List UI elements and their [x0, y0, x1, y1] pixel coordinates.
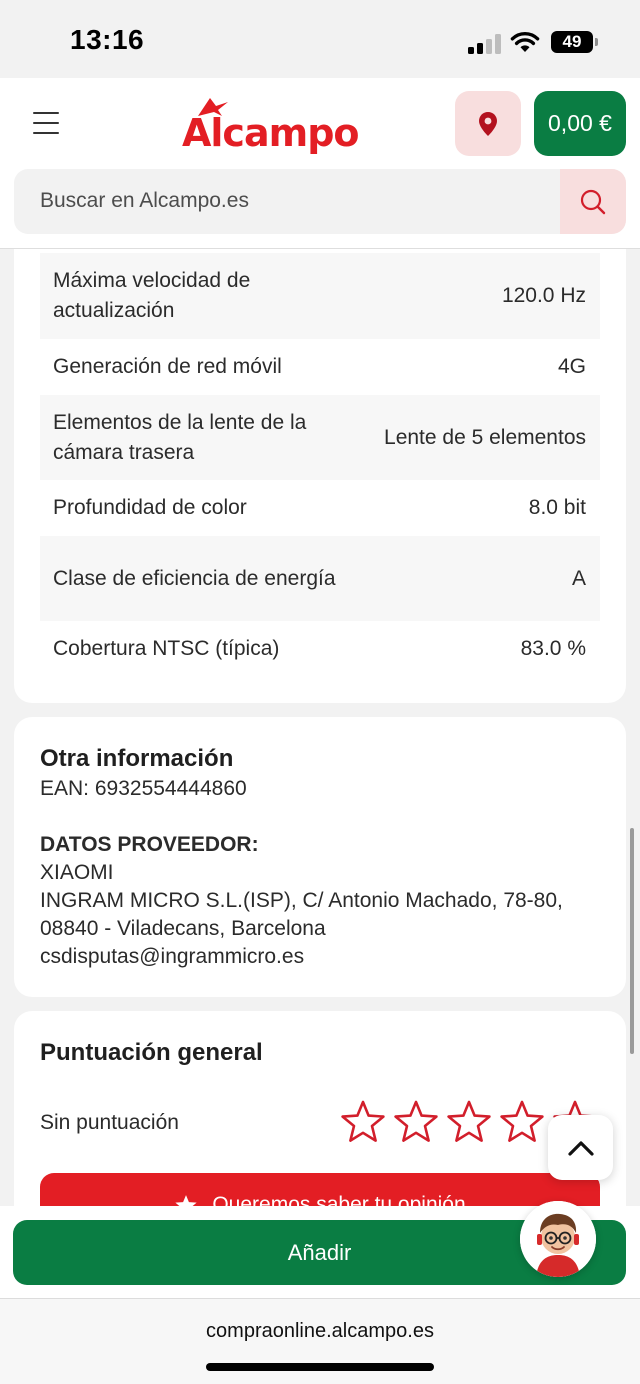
other-info-card: Otra información EAN: 6932554444860 DATO… [14, 717, 626, 997]
spec-row: Generación de red móvil 4G [40, 339, 600, 395]
store-location-button[interactable] [455, 91, 521, 156]
spec-label: Generación de red móvil [53, 355, 282, 378]
search-input[interactable]: Buscar en Alcampo.es [14, 169, 626, 234]
star-filled-icon [175, 1194, 197, 1206]
assistant-avatar-illustration [520, 1201, 596, 1277]
logo-bird-icon [198, 98, 228, 116]
search-placeholder: Buscar en Alcampo.es [40, 189, 249, 212]
supplier-address-line1: INGRAM MICRO S.L.(ISP), C/ Antonio Macha… [40, 889, 563, 912]
spec-row: Cobertura NTSC (típica) 83.0 % [40, 621, 600, 677]
spec-row: Máxima velocidad de actualización 120.0 … [40, 253, 600, 339]
cellular-signal-icon [468, 34, 502, 54]
spec-row: Profundidad de color 8.0 bit [40, 480, 600, 536]
ean-text: EAN: 6932554444860 [40, 777, 247, 800]
spec-value: Lente de 5 elementos [384, 425, 586, 449]
supplier-address-line2: 08840 - Viladecans, Barcelona [40, 917, 326, 940]
star-outline-icon[interactable] [446, 1100, 492, 1144]
hamburger-icon[interactable] [33, 112, 59, 134]
spec-label: Máxima velocidad de actualización [53, 269, 251, 322]
spec-row: Elementos de la lente de la cámara trase… [40, 395, 600, 480]
give-opinion-button[interactable]: Queremos saber tu opinión [40, 1173, 600, 1206]
star-outline-icon[interactable] [340, 1100, 386, 1144]
back-to-top-button[interactable] [548, 1115, 613, 1180]
spec-value: A [571, 566, 586, 590]
chevron-up-icon [567, 1140, 594, 1156]
assistant-avatar-icon[interactable] [520, 1201, 596, 1277]
spec-value: 4G [557, 355, 586, 378]
star-outline-icon[interactable] [393, 1100, 439, 1144]
status-time: 13:16 [70, 24, 145, 55]
battery-cap [595, 38, 598, 46]
alcampo-logo[interactable]: Alcampo [182, 96, 360, 155]
spec-label: Elementos de la lente de la cámara trase… [53, 410, 307, 464]
search-button[interactable] [560, 169, 626, 234]
product-details: Máxima velocidad de actualización 120.0 … [0, 249, 640, 1206]
spec-row: Clase de eficiencia de energía A [40, 536, 600, 621]
supplier-brand: XIAOMI [40, 861, 114, 884]
give-opinion-label: Queremos saber tu opinión [212, 1193, 466, 1206]
wifi-icon [510, 31, 540, 52]
spec-value: 8.0 bit [528, 496, 586, 519]
supplier-email: csdisputas@ingrammicro.es [40, 945, 305, 968]
logo-text: Alcampo [182, 111, 360, 155]
map-pin-icon [479, 111, 497, 136]
url-text[interactable]: compraonline.alcampo.es [0, 1320, 640, 1343]
spec-value: 83.0 % [520, 637, 586, 660]
home-indicator [206, 1363, 434, 1371]
status-bar: 13:16 49 [0, 0, 640, 78]
other-info-title: Otra información [40, 745, 234, 772]
rating-card: Puntuación general Sin puntuación Querem… [14, 1011, 626, 1206]
site-header: Alcampo 0,00 € Buscar en Alcampo.es [0, 78, 640, 249]
rating-status: Sin puntuación [40, 1111, 179, 1134]
supplier-heading: DATOS PROVEEDOR: [40, 833, 259, 856]
spec-value: 120.0 Hz [501, 284, 586, 307]
search-icon [580, 189, 606, 214]
cart-button[interactable]: 0,00 € [534, 91, 626, 156]
star-outline-icon[interactable] [499, 1100, 545, 1144]
rating-title: Puntuación general [40, 1039, 263, 1066]
battery-indicator: 49 [551, 31, 593, 53]
page-scrollbar[interactable] [630, 828, 634, 1054]
browser-url-bar: compraonline.alcampo.es [0, 1298, 640, 1384]
spec-label: Clase de eficiencia de energía [53, 566, 336, 590]
spec-label: Profundidad de color [53, 496, 247, 519]
specifications-card: Máxima velocidad de actualización 120.0 … [14, 249, 626, 703]
spec-label: Cobertura NTSC (típica) [53, 637, 280, 660]
